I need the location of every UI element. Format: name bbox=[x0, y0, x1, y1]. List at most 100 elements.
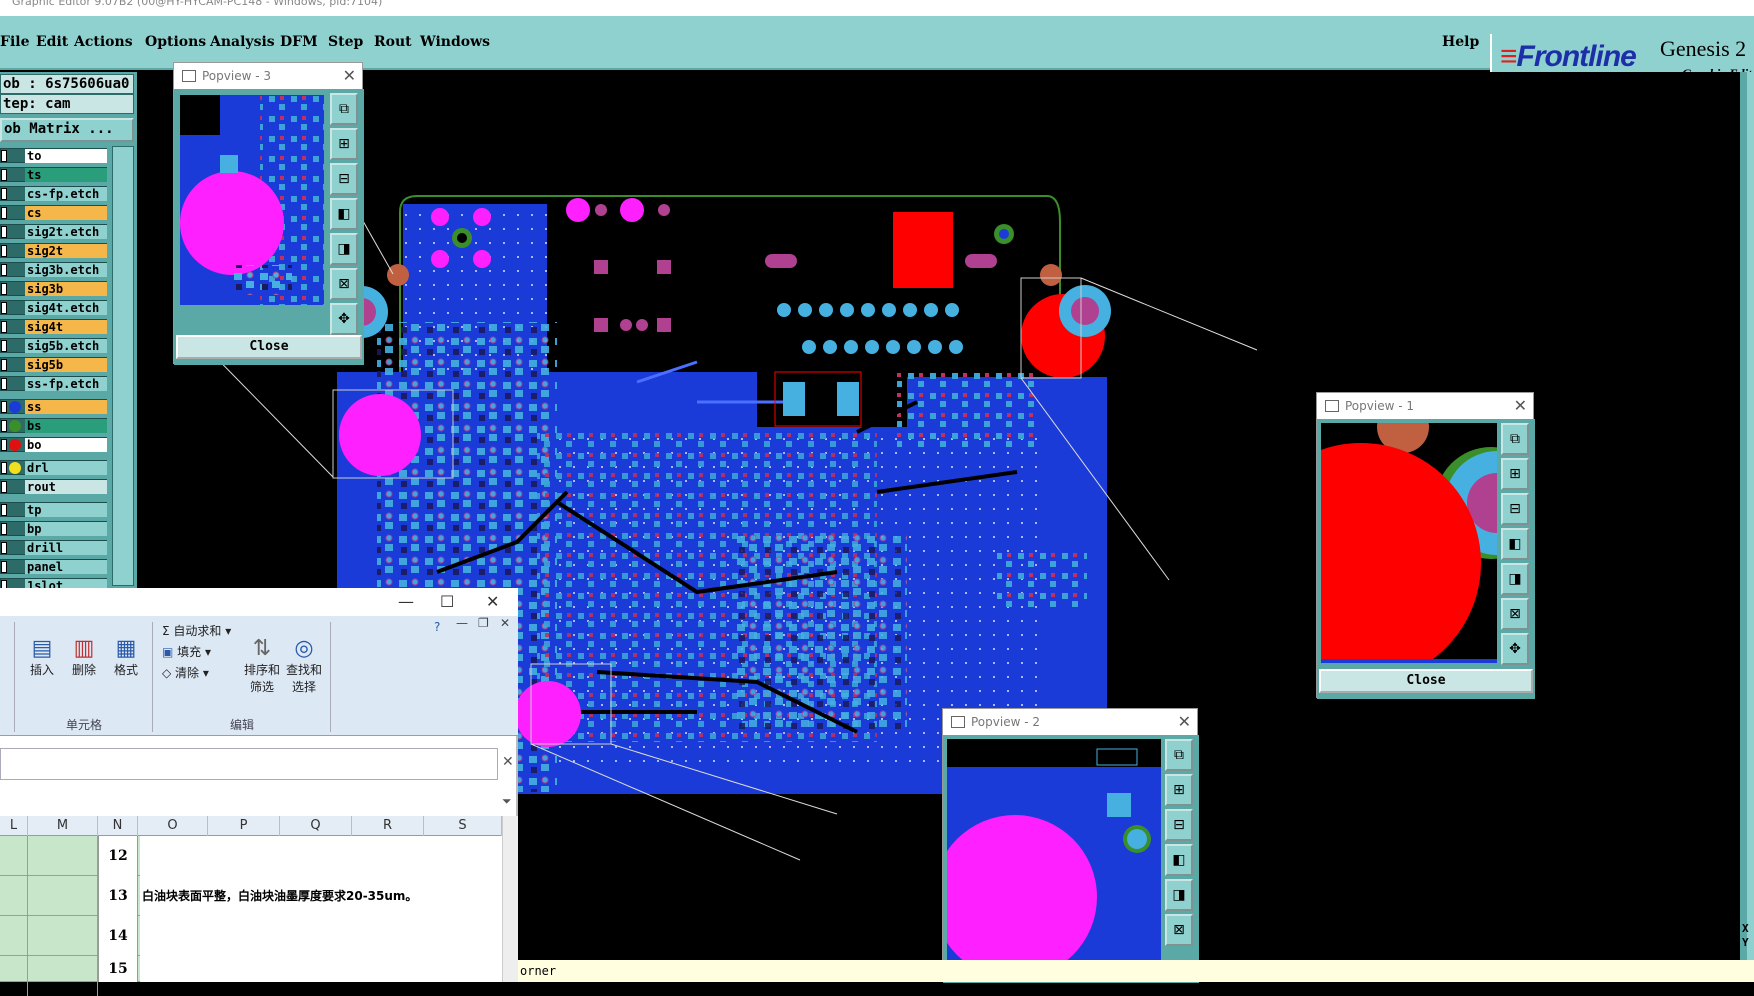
column-header[interactable]: L bbox=[0, 816, 28, 836]
formula-bar[interactable] bbox=[0, 748, 498, 780]
pan-right-icon[interactable]: ◨ bbox=[1165, 879, 1193, 911]
layer-row[interactable]: bo bbox=[0, 437, 107, 452]
cell-text[interactable]: 白油块表面平整，白油块油墨厚度要求20-35um。 bbox=[140, 876, 502, 916]
menu-edit[interactable]: Edit bbox=[36, 34, 68, 50]
excel-window[interactable]: — ☐ ✕ ? — ❐ ✕ ▤ 插入 ▥ 删除 ▦ 格式 Σ 自动求和 ▾ ▣ 填充 … bbox=[0, 588, 518, 996]
layer-checkbox[interactable] bbox=[1, 264, 7, 276]
layer-row[interactable]: bp bbox=[0, 521, 107, 536]
clear-button[interactable]: ◇ 清除 ▾ bbox=[162, 664, 209, 681]
layer-checkbox[interactable] bbox=[1, 340, 7, 352]
layer-row[interactable]: ss bbox=[0, 399, 107, 414]
layer-row[interactable]: cs-fp.etch bbox=[0, 186, 107, 201]
layer-checkbox[interactable] bbox=[1, 378, 7, 390]
cell-text[interactable] bbox=[140, 956, 502, 982]
zoom-in-icon[interactable]: ⊞ bbox=[1165, 774, 1193, 806]
layer-row[interactable]: sig3b.etch bbox=[0, 262, 107, 277]
expand-formula-icon[interactable]: ⏷ bbox=[502, 794, 512, 809]
format-button[interactable]: ▦ 格式 bbox=[108, 636, 144, 678]
popview-3-close-button[interactable]: Close bbox=[176, 335, 362, 359]
layer-row[interactable]: bs bbox=[0, 418, 107, 433]
layer-checkbox[interactable] bbox=[1, 523, 7, 535]
zoom-window-icon[interactable]: ⧉ bbox=[1501, 423, 1529, 455]
layer-checkbox[interactable] bbox=[1, 321, 7, 333]
popview-1[interactable]: Popview - 1 ✕ ⧉ ⊞ ⊟ ◧ ◨ ⊠ ✥ Close bbox=[1316, 392, 1535, 699]
row-number[interactable]: 12 bbox=[98, 836, 138, 876]
layer-row[interactable]: ss-fp.etch bbox=[0, 376, 107, 391]
layer-checkbox[interactable] bbox=[1, 302, 7, 314]
popview-2-close-icon[interactable]: ✕ bbox=[1178, 712, 1191, 731]
layer-row[interactable]: drill bbox=[0, 540, 107, 555]
popview-2-titlebar[interactable]: Popview - 2 ✕ bbox=[943, 709, 1197, 735]
autosum-button[interactable]: Σ 自动求和 ▾ bbox=[162, 622, 231, 639]
column-header[interactable]: M bbox=[28, 816, 98, 836]
cell-text[interactable] bbox=[140, 836, 502, 876]
layer-checkbox[interactable] bbox=[1, 420, 7, 432]
formula-close-icon[interactable]: ✕ bbox=[502, 754, 514, 770]
layer-row[interactable]: sig2t bbox=[0, 243, 107, 258]
layer-checkbox[interactable] bbox=[1, 401, 7, 413]
layer-row[interactable]: sig5b.etch bbox=[0, 338, 107, 353]
minimize-icon[interactable]: — bbox=[398, 592, 414, 611]
layer-scrollbar[interactable] bbox=[112, 146, 134, 586]
zoom-in-icon[interactable]: ⊞ bbox=[1501, 458, 1529, 490]
sort-filter-button[interactable]: ⇅ 排序和 筛选 bbox=[242, 636, 282, 695]
zoom-out-icon[interactable]: ⊟ bbox=[330, 163, 358, 195]
layer-checkbox[interactable] bbox=[1, 359, 7, 371]
pan-right-icon[interactable]: ◨ bbox=[330, 233, 358, 265]
column-header[interactable]: N bbox=[98, 816, 138, 836]
column-header[interactable]: R bbox=[352, 816, 424, 836]
menu-step[interactable]: Step bbox=[328, 34, 363, 50]
pan-left-icon[interactable]: ◧ bbox=[330, 198, 358, 230]
layer-checkbox[interactable] bbox=[1, 245, 7, 257]
insert-button[interactable]: ▤ 插入 bbox=[24, 636, 60, 678]
move-icon[interactable]: ✥ bbox=[330, 303, 358, 335]
vertical-scrollbar[interactable] bbox=[502, 816, 518, 982]
menu-windows[interactable]: Windows bbox=[420, 34, 490, 50]
popview-1-view[interactable] bbox=[1319, 421, 1499, 665]
column-header[interactable]: S bbox=[424, 816, 502, 836]
layer-row[interactable]: sig4t.etch bbox=[0, 300, 107, 315]
pan-left-icon[interactable]: ◧ bbox=[1501, 528, 1529, 560]
layer-checkbox[interactable] bbox=[1, 542, 7, 554]
layer-checkbox[interactable] bbox=[1, 207, 7, 219]
layer-row[interactable]: drl bbox=[0, 460, 107, 475]
popview-2-view[interactable] bbox=[945, 737, 1163, 983]
move-icon[interactable]: ✥ bbox=[1501, 633, 1529, 665]
delete-button[interactable]: ▥ 删除 bbox=[66, 636, 102, 678]
fit-icon[interactable]: ⊠ bbox=[1165, 914, 1193, 946]
layer-row[interactable]: tp bbox=[0, 502, 107, 517]
menu-actions[interactable]: Actions bbox=[74, 34, 133, 50]
row-number[interactable]: 13 bbox=[98, 876, 138, 916]
layer-row[interactable]: sig3b bbox=[0, 281, 107, 296]
ribbon-min-icon[interactable]: — bbox=[456, 616, 468, 630]
popview-1-close-icon[interactable]: ✕ bbox=[1514, 396, 1527, 415]
zoom-window-icon[interactable]: ⧉ bbox=[330, 93, 358, 125]
popview-2[interactable]: Popview - 2 ✕ ⧉ ⊞ ⊟ ◧ ◨ ⊠ bbox=[942, 708, 1199, 983]
maximize-icon[interactable]: ☐ bbox=[440, 592, 454, 611]
menu-analysis[interactable]: Analysis bbox=[210, 34, 275, 50]
layer-row[interactable]: panel bbox=[0, 559, 107, 574]
ribbon-restore-icon[interactable]: ❐ bbox=[478, 616, 489, 630]
close-icon[interactable]: ✕ bbox=[486, 592, 499, 611]
menu-dfm[interactable]: DFM bbox=[280, 34, 318, 50]
ribbon-close-icon[interactable]: ✕ bbox=[500, 616, 510, 630]
popview-3-close-icon[interactable]: ✕ bbox=[343, 66, 356, 85]
row-number[interactable]: 14 bbox=[98, 916, 138, 956]
find-select-button[interactable]: ◎ 查找和 选择 bbox=[284, 636, 324, 695]
layer-checkbox[interactable] bbox=[1, 169, 7, 181]
layer-checkbox[interactable] bbox=[1, 150, 7, 162]
right-toolbar[interactable] bbox=[1747, 72, 1754, 960]
layer-row[interactable]: sig2t.etch bbox=[0, 224, 107, 239]
layer-checkbox[interactable] bbox=[1, 504, 7, 516]
menu-options[interactable]: Options bbox=[145, 34, 206, 50]
layer-checkbox[interactable] bbox=[1, 439, 7, 451]
layer-row[interactable]: ts bbox=[0, 167, 107, 182]
layer-row[interactable]: cs bbox=[0, 205, 107, 220]
layer-checkbox[interactable] bbox=[1, 283, 7, 295]
layer-row[interactable]: sig4t bbox=[0, 319, 107, 334]
help-icon[interactable]: ? bbox=[434, 620, 440, 634]
layer-row[interactable]: rout bbox=[0, 479, 107, 494]
pan-left-icon[interactable]: ◧ bbox=[1165, 844, 1193, 876]
layer-row[interactable]: sig5b bbox=[0, 357, 107, 372]
row-number[interactable]: 15 bbox=[98, 956, 138, 982]
